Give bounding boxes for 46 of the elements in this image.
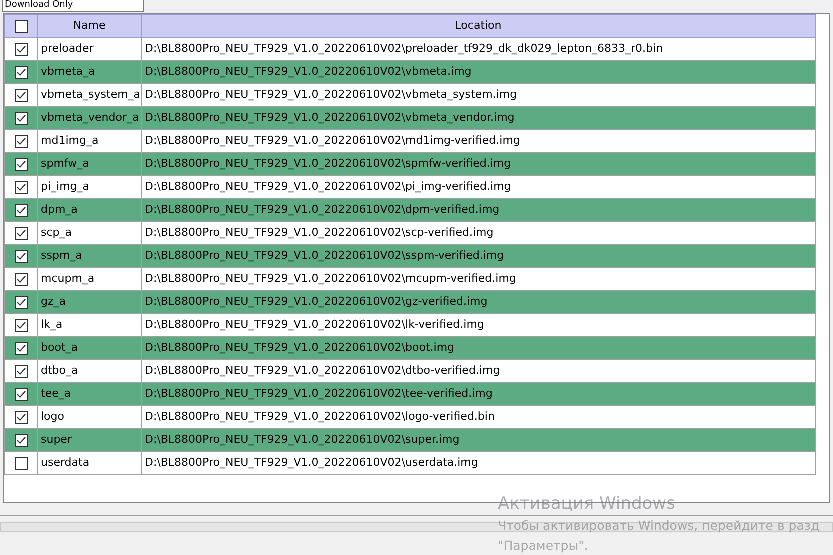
column-header[interactable]: Name: [38, 14, 142, 38]
checkbox[interactable]: [14, 272, 28, 286]
checkbox[interactable]: [14, 296, 28, 308]
partition-name: vbmeta_vendor_a: [38, 106, 142, 130]
partition-name: tee_a: [38, 382, 142, 406]
checkbox[interactable]: [14, 456, 28, 470]
checkbox[interactable]: [14, 410, 28, 424]
activation-text: "Параметры".: [498, 537, 590, 555]
file-path: D:\BL8800Pro_NEU_TF929_V1.0_20220610V02\gz-verified.img: [142, 290, 816, 314]
file-path: D:\BL8800Pro_NEU_TF929_V1.0_20220610V02\super.img: [142, 428, 816, 452]
scrollbar[interactable]: [0, 522, 833, 532]
checkbox[interactable]: [14, 66, 28, 78]
mode-dropdown[interactable]: Download Only: [2, 0, 144, 12]
checkbox[interactable]: [14, 226, 28, 240]
checkbox[interactable]: [14, 250, 28, 262]
partition-name: userdata: [38, 452, 142, 474]
checkbox[interactable]: [14, 180, 28, 194]
file-path: D:\BL8800Pro_NEU_TF929_V1.0_20220610V02\spmfw-verified.img: [142, 152, 816, 176]
partition-name: sspm_a: [38, 244, 142, 268]
file-path: D:\BL8800Pro_NEU_TF929_V1.0_20220610V02\dpm-verified.img: [142, 198, 816, 222]
checkbox[interactable]: [14, 204, 28, 216]
checkbox[interactable]: [14, 42, 28, 56]
partition-name: dpm_a: [38, 198, 142, 222]
checkbox[interactable]: [14, 134, 28, 148]
partition-name: vbmeta_a: [38, 60, 142, 84]
partition-name: gz_a: [38, 290, 142, 314]
checkbox[interactable]: [14, 434, 28, 446]
file-path: D:\BL8800Pro_NEU_TF929_V1.0_20220610V02\vbmeta_vendor.img: [142, 106, 816, 130]
checkbox[interactable]: [14, 342, 28, 354]
checkbox[interactable]: [14, 20, 28, 32]
file-path: D:\BL8800Pro_NEU_TF929_V1.0_20220610V02\boot.img: [142, 336, 816, 360]
checkbox[interactable]: [14, 364, 28, 378]
partition-name: super: [38, 428, 142, 452]
checkbox[interactable]: [14, 388, 28, 400]
file-path: D:\BL8800Pro_NEU_TF929_V1.0_20220610V02\sspm-verified.img: [142, 244, 816, 268]
file-path: D:\BL8800Pro_NEU_TF929_V1.0_20220610V02\userdata.img: [142, 452, 816, 474]
checkbox[interactable]: [14, 318, 28, 332]
column-header[interactable]: Location: [142, 14, 816, 38]
partition-name: boot_a: [38, 336, 142, 360]
checkbox[interactable]: [14, 112, 28, 124]
file-path: D:\BL8800Pro_NEU_TF929_V1.0_20220610V02\vbmeta.img: [142, 60, 816, 84]
file-path: D:\BL8800Pro_NEU_TF929_V1.0_20220610V02\tee-verified.img: [142, 382, 816, 406]
activation-text: Чтобы активировать Windows, перейдите в разд: [498, 517, 820, 535]
checkbox[interactable]: [14, 158, 28, 170]
partition-name: spmfw_a: [38, 152, 142, 176]
checkbox[interactable]: [14, 88, 28, 102]
